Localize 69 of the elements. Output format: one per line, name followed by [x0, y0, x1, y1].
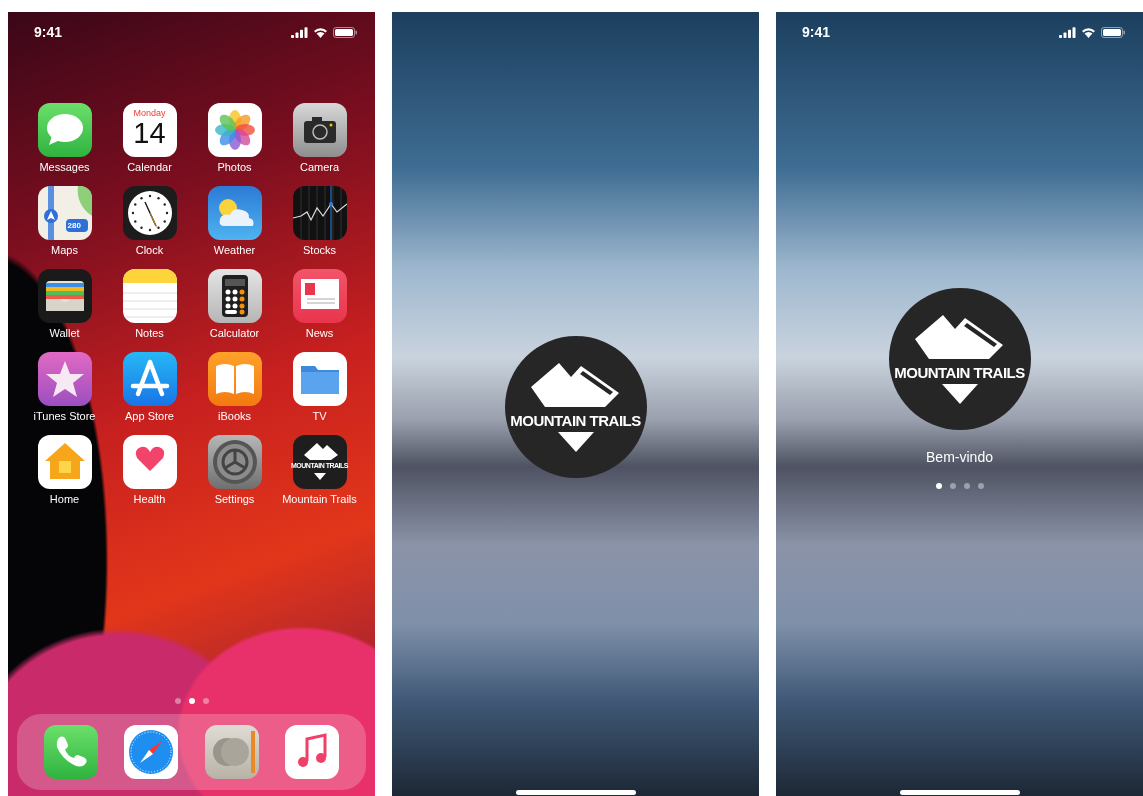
sun-cloud-icon	[207, 186, 262, 240]
app-icon-button[interactable]: 280 Maps	[37, 186, 92, 256]
battery-icon	[333, 26, 357, 38]
welcome-text: Bem-vindo	[926, 449, 993, 465]
road-shield-label: 280	[67, 221, 81, 230]
dock-app-button[interactable]	[124, 725, 179, 779]
page-dot[interactable]	[963, 483, 970, 489]
mountain-icon	[303, 443, 338, 460]
open-book-icon	[207, 352, 262, 406]
contacts-icon	[204, 725, 259, 779]
app-icon-button[interactable]: Health	[122, 435, 177, 505]
app-icon-button[interactable]: Camera	[292, 103, 347, 173]
stock-chart-icon	[292, 186, 347, 240]
newspaper-icon	[292, 269, 347, 323]
house-icon	[37, 435, 92, 489]
mountain-icon	[914, 314, 1005, 361]
calendar-day: 14	[122, 117, 177, 150]
app-icon-button[interactable]: Weather	[207, 186, 262, 256]
page-dot[interactable]	[949, 483, 956, 489]
music-note-icon	[284, 725, 339, 779]
dock-app-button[interactable]	[284, 725, 339, 779]
settings-icon	[207, 435, 262, 489]
app-icon-button[interactable]: Home	[37, 435, 92, 505]
status-time: 9:41	[34, 24, 64, 40]
speech-bubble-icon	[37, 103, 92, 157]
home-indicator[interactable]	[899, 790, 1020, 795]
app-icon-button[interactable]: Calculator	[207, 269, 262, 339]
camera-icon	[292, 103, 347, 157]
signal-icon	[1059, 26, 1076, 38]
home-indicator[interactable]	[515, 790, 636, 795]
wifi-icon	[313, 26, 328, 38]
app-icon-button[interactable]: Messages	[37, 103, 92, 173]
triangle-icon	[941, 383, 978, 404]
page-dot[interactable]	[202, 698, 209, 704]
logo-text: MOUNTAIN TRAILS	[510, 411, 641, 429]
page-dot[interactable]	[188, 698, 195, 704]
signal-icon	[291, 26, 308, 38]
app-icon-button[interactable]: App Store	[122, 352, 177, 422]
dock-app-button[interactable]	[204, 725, 259, 779]
logo-text: MOUNTAIN TRAILS	[894, 363, 1025, 381]
app-icon-button[interactable]: iBooks	[207, 352, 262, 422]
app-icon-button[interactable]: TV	[292, 352, 347, 422]
triangle-icon	[557, 431, 594, 452]
app-icon-button[interactable]: Settings	[207, 435, 262, 505]
app-icon-button[interactable]: Photos	[207, 103, 262, 173]
status-time: 9:41	[802, 24, 832, 40]
mountain-icon	[530, 362, 621, 409]
wifi-icon	[1081, 26, 1096, 38]
app-icon-button[interactable]: Stocks	[292, 186, 347, 256]
page-dot[interactable]	[977, 483, 984, 489]
compass-icon	[124, 725, 179, 779]
triangle-icon	[313, 473, 326, 480]
app-icon-button[interactable]: News	[292, 269, 347, 339]
battery-icon	[1101, 26, 1125, 38]
app-icon-button[interactable]: Notes	[122, 269, 177, 339]
app-store-icon	[122, 352, 177, 406]
flower-icon	[207, 103, 262, 157]
calendar-weekday: Monday	[132, 108, 167, 118]
app-icon-button[interactable]: Monday 14 Calendar	[122, 103, 177, 173]
calculator-icon	[207, 269, 262, 323]
page-dot[interactable]	[935, 483, 942, 489]
wallet-icon	[37, 269, 92, 323]
app-icon-button[interactable]: Clock	[122, 186, 177, 256]
dock-app-button[interactable]	[44, 725, 99, 779]
folder-icon	[292, 352, 347, 406]
clock-icon	[122, 186, 177, 240]
page-dot[interactable]	[174, 698, 181, 704]
phone-icon	[44, 725, 99, 779]
notepad-icon	[122, 269, 177, 323]
